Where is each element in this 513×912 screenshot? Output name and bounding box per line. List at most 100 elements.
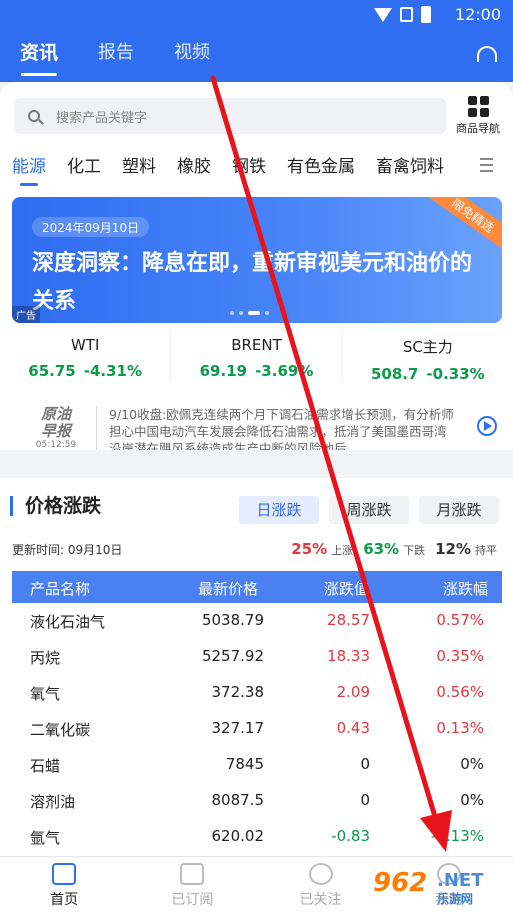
change-stats: 25% 上涨 63% 下跌 12% 持平: [291, 539, 497, 558]
change-percent: 0%: [460, 791, 484, 809]
ad-banner[interactable]: 2024年09月10日 深度洞察：降息在即，重新审视美元和油价的关系 限免精选 …: [12, 197, 502, 323]
quote-change: -0.33%: [426, 365, 485, 383]
category-tabs: 能源 化工 塑料 橡胶 钢铁 有色金属 畜禽饲料: [12, 152, 513, 186]
category-energy[interactable]: 能源: [12, 152, 46, 186]
product-nav-label: 商品导航: [456, 122, 500, 135]
change-value: 28.57: [327, 611, 370, 629]
top-tabs: 资讯 报告 视频: [20, 38, 210, 76]
oil-quotes: WTI 65.75 -4.31% BRENT 69.19 -3.69% SC主力 5…: [0, 332, 513, 383]
news-time: 05:12:59: [35, 440, 77, 450]
carousel-dots: [230, 311, 269, 315]
wifi-icon: [374, 7, 392, 22]
quote-change: -3.69%: [255, 362, 314, 380]
category-nonferrous[interactable]: 有色金属: [287, 152, 355, 186]
category-plastic[interactable]: 塑料: [122, 152, 156, 186]
subscribe-icon: [180, 863, 205, 885]
table-header: 产品名称 最新价格 涨跌值 涨跌幅: [12, 571, 502, 603]
play-icon[interactable]: [477, 416, 497, 436]
change-value: 2.09: [336, 683, 370, 701]
headset-icon[interactable]: [477, 46, 497, 62]
heart-icon: [308, 863, 333, 885]
change-value: -0.83: [331, 827, 370, 845]
app-header: 12:00 资讯 报告 视频: [0, 0, 513, 82]
col-name[interactable]: 产品名称: [30, 578, 90, 599]
latest-price: 5257.92: [201, 647, 264, 665]
quote-name: WTI: [70, 336, 100, 354]
table-row[interactable]: 氧气 372.38 2.09 0.56%: [12, 675, 502, 711]
product-name: 液化石油气: [30, 613, 106, 631]
change-percent: 0.13%: [436, 719, 484, 737]
quote-price: 508.7: [370, 365, 419, 383]
change-value: 0.43: [336, 719, 370, 737]
change-percent: -0.13%: [430, 827, 484, 845]
category-rubber[interactable]: 橡胶: [177, 152, 211, 186]
table-row[interactable]: 溶剂油 8087.5 0 0%: [12, 783, 502, 819]
table-row[interactable]: 石蜡 7845 0 0%: [12, 747, 502, 783]
sim-icon: [400, 7, 413, 22]
product-nav-button[interactable]: 商品导航: [455, 96, 501, 136]
section-title: 价格涨跌: [10, 496, 101, 516]
grid-icon: [455, 96, 501, 117]
banner-date: 2024年09月10日: [32, 217, 150, 237]
menu-icon[interactable]: [480, 158, 493, 176]
latest-price: 8087.5: [211, 791, 265, 809]
news-text: 9/10收盘:欧佩克连续两个月下调石油需求增长预测，有分析师担心中国电动汽车发展…: [96, 406, 458, 450]
table-row[interactable]: 丙烷 5257.92 18.33 0.35%: [12, 639, 502, 675]
price-change-section: 价格涨跌 日涨跌 周涨跌 月涨跌 更新时间: 09月10日 25% 上涨 63% 下…: [0, 478, 513, 856]
category-steel[interactable]: 钢铁: [232, 152, 266, 186]
change-value: 0: [360, 755, 370, 773]
tab-videos[interactable]: 视频: [174, 38, 210, 76]
stat-down-value: 63%: [363, 540, 400, 558]
tab-reports[interactable]: 报告: [98, 38, 134, 76]
col-pct[interactable]: 涨跌幅: [443, 578, 488, 599]
tab-daily[interactable]: 日涨跌: [239, 496, 319, 524]
tab-weekly[interactable]: 周涨跌: [329, 496, 409, 524]
quote-sc[interactable]: SC主力 508.7 -0.33%: [343, 332, 513, 383]
category-chemical[interactable]: 化工: [67, 152, 101, 186]
nav-subscribed[interactable]: 已订阅: [128, 857, 256, 912]
latest-price: 620.02: [211, 827, 265, 845]
stat-flat-value: 12%: [435, 540, 471, 558]
product-name: 氧气: [30, 685, 61, 703]
quote-brent[interactable]: BRENT 69.19 -3.69%: [171, 332, 343, 380]
latest-price: 372.38: [211, 683, 265, 701]
status-icons: [374, 6, 431, 23]
period-tabs: 日涨跌 周涨跌 月涨跌: [239, 496, 499, 524]
category-feed[interactable]: 畜禽饲料: [376, 152, 444, 186]
nav-home[interactable]: 首页: [0, 857, 128, 912]
main-card: 搜索产品关键字 商品导航 能源 化工 塑料 橡胶 钢铁 有色金属 畜禽饲料 20…: [0, 82, 513, 450]
change-percent: 0.35%: [436, 647, 484, 665]
quote-name: SC主力: [402, 338, 453, 356]
tab-news[interactable]: 资讯: [20, 38, 58, 76]
battery-icon: [421, 6, 431, 23]
col-change[interactable]: 涨跌值: [324, 578, 369, 599]
news-ticker[interactable]: 原油 早报 05:12:59 9/10收盘:欧佩克连续两个月下调石油需求增长预测…: [0, 406, 513, 456]
product-name: 氩气: [30, 829, 61, 847]
latest-price: 327.17: [211, 719, 265, 737]
banner-title: 深度洞察：降息在即，重新审视美元和油价的关系: [32, 251, 473, 314]
search-icon: [28, 110, 40, 122]
stat-up-label: 上涨: [331, 544, 354, 557]
col-price[interactable]: 最新价格: [198, 578, 258, 599]
quote-name: BRENT: [231, 336, 282, 354]
stat-down-label: 下跌: [403, 544, 426, 557]
quote-price: 69.19: [199, 362, 248, 380]
search-input[interactable]: 搜索产品关键字: [14, 98, 446, 134]
quote-change: -4.31%: [83, 362, 143, 380]
stat-flat-label: 持平: [475, 544, 497, 557]
home-icon: [52, 863, 77, 885]
product-name: 二氧化碳: [30, 721, 91, 739]
latest-price: 7845: [225, 755, 264, 773]
table-row[interactable]: 液化石油气 5038.79 28.57 0.57%: [12, 603, 502, 639]
tab-monthly[interactable]: 月涨跌: [419, 496, 499, 524]
product-name: 石蜡: [30, 757, 61, 775]
change-percent: 0.57%: [436, 611, 484, 629]
change-value: 0: [360, 791, 370, 809]
table-row[interactable]: 二氧化碳 327.17 0.43 0.13%: [12, 711, 502, 747]
quote-wti[interactable]: WTI 65.75 -4.31%: [0, 332, 172, 380]
status-bar: 12:00: [0, 0, 513, 30]
table-row[interactable]: 氩气 620.02 -0.83 -0.13%: [12, 819, 502, 855]
watermark-logo: 962 .NET 乐游网: [373, 868, 484, 906]
stat-up-value: 25%: [291, 540, 328, 558]
search-placeholder: 搜索产品关键字: [56, 110, 148, 126]
